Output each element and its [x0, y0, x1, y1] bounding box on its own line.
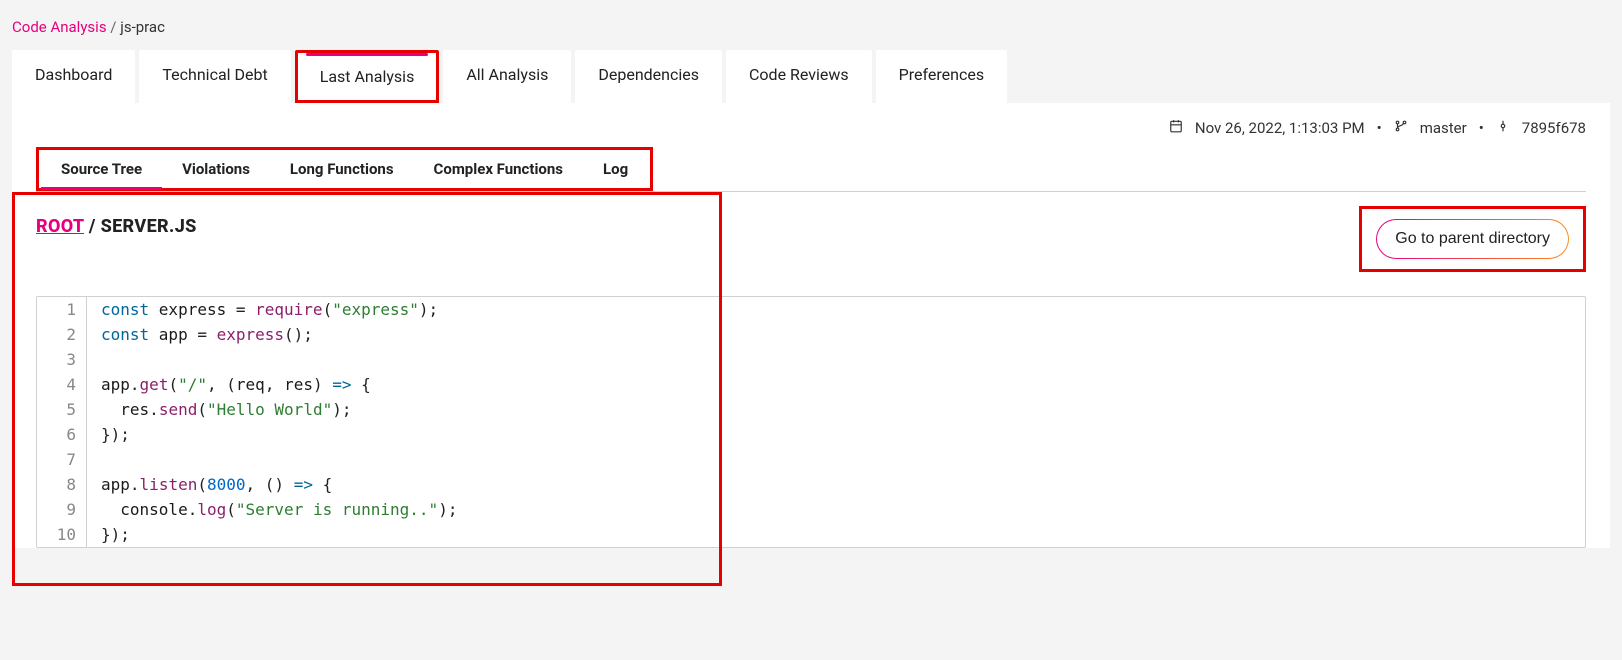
code-line: 7 — [37, 447, 1585, 472]
line-number: 4 — [37, 372, 87, 397]
code-line: 9 console.log("Server is running.."); — [37, 497, 1585, 522]
line-number: 5 — [37, 397, 87, 422]
code-line: 6}); — [37, 422, 1585, 447]
subtab-long-functions[interactable]: Long Functions — [270, 150, 414, 188]
branch-icon — [1394, 119, 1408, 137]
file-path-separator: / — [89, 216, 101, 237]
code-content: const express = require("express"); — [87, 297, 438, 322]
code-line: 5 res.send("Hello World"); — [37, 397, 1585, 422]
code-content: }); — [87, 422, 130, 447]
line-number: 10 — [37, 522, 87, 547]
subtab-violations[interactable]: Violations — [162, 150, 270, 188]
line-number: 7 — [37, 447, 87, 472]
file-path-file: SERVER.JS — [101, 216, 197, 237]
meta-separator: • — [1479, 119, 1484, 137]
code-content: }); — [87, 522, 130, 547]
commit-hash: 7895f678 — [1522, 119, 1586, 137]
code-content: app.listen(8000, () => { — [87, 472, 332, 497]
commit-icon — [1496, 119, 1510, 137]
code-content: const app = express(); — [87, 322, 313, 347]
subtab-complex-functions[interactable]: Complex Functions — [414, 150, 583, 188]
tab-all-analysis[interactable]: All Analysis — [443, 50, 571, 103]
code-line: 10}); — [37, 522, 1585, 547]
annotation-box: Source TreeViolationsLong FunctionsCompl… — [36, 147, 653, 191]
line-number: 9 — [37, 497, 87, 522]
analysis-datetime: Nov 26, 2022, 1:13:03 PM — [1195, 119, 1365, 137]
code-line: 3 — [37, 347, 1585, 372]
subtab-log[interactable]: Log — [583, 150, 648, 188]
code-content: console.log("Server is running.."); — [87, 497, 457, 522]
tab-dashboard[interactable]: Dashboard — [12, 50, 135, 103]
breadcrumb-root-link[interactable]: Code Analysis — [12, 18, 107, 36]
code-line: 8app.listen(8000, () => { — [37, 472, 1585, 497]
main-card: Nov 26, 2022, 1:13:03 PM • master • 7895… — [12, 103, 1610, 548]
code-line: 1const express = require("express"); — [37, 297, 1585, 322]
code-content — [87, 347, 111, 372]
tab-code-reviews[interactable]: Code Reviews — [726, 50, 872, 103]
tab-preferences[interactable]: Preferences — [876, 50, 1007, 103]
code-line: 2const app = express(); — [37, 322, 1585, 347]
file-path: ROOT / SERVER.JS — [36, 216, 197, 237]
file-path-root-link[interactable]: ROOT — [36, 216, 84, 237]
line-number: 8 — [37, 472, 87, 497]
primary-tabs: DashboardTechnical DebtLast AnalysisAll … — [12, 50, 1610, 103]
code-content: res.send("Hello World"); — [87, 397, 351, 422]
meta-separator: • — [1377, 119, 1382, 137]
analysis-meta: Nov 26, 2022, 1:13:03 PM • master • 7895… — [36, 103, 1586, 147]
breadcrumb-current: js-prac — [120, 18, 165, 36]
secondary-tabs: Source TreeViolationsLong FunctionsCompl… — [36, 147, 1586, 192]
line-number: 6 — [37, 422, 87, 447]
line-number: 1 — [37, 297, 87, 322]
tab-dependencies[interactable]: Dependencies — [575, 50, 722, 103]
code-content — [87, 447, 111, 472]
line-number: 3 — [37, 347, 87, 372]
subtab-source-tree[interactable]: Source Tree — [41, 150, 162, 188]
go-to-parent-button[interactable]: Go to parent directory — [1376, 219, 1569, 259]
line-number: 2 — [37, 322, 87, 347]
code-line: 4app.get("/", (req, res) => { — [37, 372, 1585, 397]
annotation-box: Go to parent directory — [1359, 206, 1586, 272]
code-viewer: 1const express = require("express");2con… — [36, 296, 1586, 548]
tab-last-analysis[interactable]: Last Analysis — [295, 50, 440, 103]
branch-name: master — [1420, 119, 1467, 137]
calendar-icon — [1169, 119, 1183, 137]
code-content: app.get("/", (req, res) => { — [87, 372, 371, 397]
breadcrumb: Code Analysis / js-prac — [12, 0, 1610, 50]
breadcrumb-separator: / — [110, 18, 116, 36]
tab-technical-debt[interactable]: Technical Debt — [139, 50, 290, 103]
